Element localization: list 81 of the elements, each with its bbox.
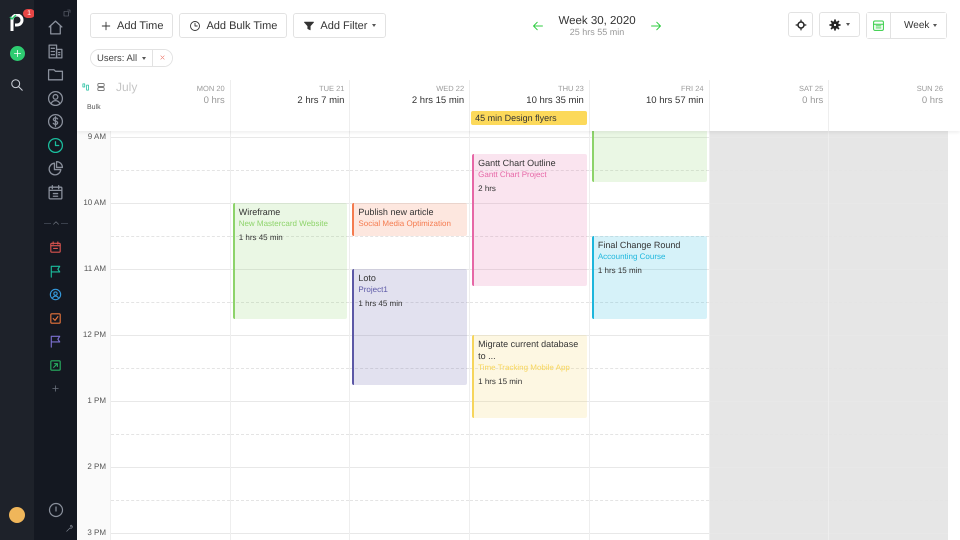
clock-icon [47,136,64,154]
entry-title: Gantt Chart Outline [478,156,557,168]
settings-icon [829,18,841,30]
entry-duration: 1 hrs 45 min [358,298,404,309]
flag-icon [48,264,63,279]
entry-title: Loto [358,272,377,284]
time-entry-card[interactable]: Migrate current database to ... Time Tracking Mobile App 1 hrs 15 min [472,335,587,418]
time-entry-card[interactable]: Wireframe New Mastercard Website 1 hrs 45 min [232,203,348,318]
calendar-icon [872,19,885,32]
rows-view-button[interactable] [96,82,106,92]
search-icon [10,78,24,92]
crosshair-icon [794,18,806,30]
entry-title: Final Change Round [598,239,682,251]
arrow-left-icon [532,20,544,32]
hour-label: 11 AM [84,264,106,273]
hour-label: 1 PM [87,396,106,405]
entry-duration: 2 hrs [478,182,497,194]
entry-duration: 1 hrs 15 min [598,265,643,276]
user-circle-icon [48,287,63,302]
user-avatar[interactable] [9,507,25,523]
day-total: 0 hrs [922,95,943,106]
entry-duration: 1 hrs 15 min [478,376,524,387]
arrow-right-icon [650,20,662,32]
hour-label: 12 PM [82,330,106,339]
day-total: 2 hrs 15 min [412,95,464,106]
week-title: Week 30, 2020 [558,14,636,26]
hour-label: 10 AM [83,198,106,207]
time-entry-card[interactable]: Loto Project1 1 hrs 45 min [352,269,468,384]
filter-icon [303,20,316,32]
hour-label: 3 PM [87,528,106,537]
day-total: 10 hrs 35 min [526,95,584,106]
pie-chart-icon [47,160,64,178]
locate-button[interactable] [788,12,813,37]
entry-project: Gantt Chart Project [478,168,548,180]
entry-title: Migrate current database to ... [478,338,580,362]
plus-icon [12,48,22,59]
columns-icon [81,82,91,92]
close-icon [159,54,166,60]
flag-icon [48,334,63,350]
entry-project: Social Media Optimization [358,218,452,229]
calendar-icon [48,240,63,256]
time-entry-card[interactable]: Final Change Round Accounting Course 1 hrs 15 min [592,236,707,318]
hour-label: 2 PM [87,462,106,471]
entry-duration: 1 hrs 45 min [238,232,284,243]
dollar-circle-icon [47,113,64,130]
day-total: 2 hrs 7 min [297,95,344,106]
entry-project: Project1 [358,284,389,295]
plus-icon [100,20,112,32]
time-entry-card[interactable]: Gantt Chart Outline Gantt Chart Project 2 hrs [472,154,587,286]
day-total: 0 hrs [204,95,225,106]
calendar-icon [47,184,64,201]
toolbar-button[interactable]: Add Bulk Time [179,13,288,38]
entry-title: Wireframe [238,206,282,218]
clock-icon [189,20,202,32]
hour-label: 9 AM [88,132,106,141]
all-day-entry[interactable]: 45 min Design flyers [471,111,587,125]
app-logo[interactable] [9,14,25,32]
home-icon [47,19,64,36]
entry-title: Publish new article [358,206,434,218]
week-total: 25 hrs 55 min [570,26,624,36]
building-icon [47,42,64,60]
user-circle-icon [47,90,64,107]
month-label: July [116,80,138,94]
info-icon [48,502,64,518]
checkbox-icon [48,310,63,326]
add-button[interactable] [10,46,24,61]
entry-project: Accounting Course [598,251,666,262]
wrench-icon [65,524,74,533]
rows-icon [96,82,106,92]
toolbar-button[interactable]: Add Time [90,13,174,38]
day-total: 0 hrs [802,95,824,106]
entry-project: New Mastercard Website [238,218,329,229]
entry-project: Time Tracking Mobile App [478,362,571,373]
toolbar-button[interactable]: Add Filter [293,13,386,38]
plus-icon [50,383,61,394]
time-entry-card[interactable]: Publish new article Social Media Optimization [352,203,468,236]
external-link-icon [48,358,63,373]
day-total: 10 hrs 57 min [646,95,704,106]
expand-icon [63,9,71,17]
settings-button[interactable] [819,12,860,37]
folder-icon [47,66,64,84]
